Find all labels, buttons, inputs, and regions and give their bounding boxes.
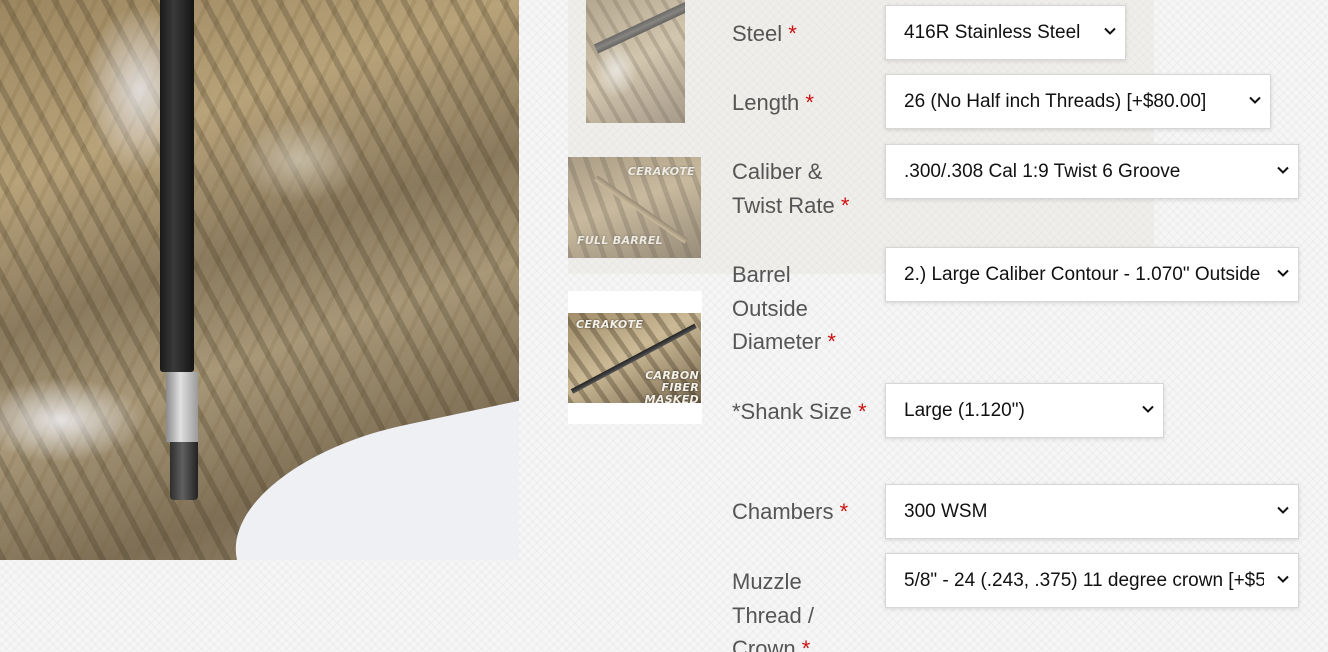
- steel-label: Steel *: [732, 17, 872, 51]
- caliber-select[interactable]: .300/.308 Cal 1:9 Twist 6 Groove: [885, 144, 1299, 199]
- steel-label-text: Steel: [732, 21, 783, 46]
- caliber-label-text: Caliber & Twist Rate: [732, 159, 835, 218]
- muzzle-thread-label: Muzzle Thread / Crown *: [732, 565, 842, 652]
- product-main-image[interactable]: [0, 0, 519, 560]
- barrel-carbon: [160, 0, 194, 372]
- chevron-down-icon: [1142, 405, 1154, 413]
- thumbnail-caption-top: CERAKOTE: [627, 165, 695, 178]
- required-marker: *: [788, 21, 797, 46]
- length-select[interactable]: 26 (No Half inch Threads) [+$80.00]: [885, 74, 1271, 129]
- length-select-value: 26 (No Half inch Threads) [+$80.00]: [904, 90, 1207, 112]
- thumbnail-1[interactable]: [586, 0, 685, 123]
- chevron-down-icon: [1104, 27, 1116, 35]
- steel-select-value: 416R Stainless Steel: [904, 21, 1081, 43]
- thumbnail-2[interactable]: CERAKOTE FULL BARREL: [568, 157, 701, 258]
- shank-size-label-text: *Shank Size: [732, 399, 852, 424]
- length-label: Length *: [732, 86, 872, 120]
- chevron-down-icon: [1277, 506, 1289, 514]
- barrel-steel-section: [166, 372, 198, 442]
- chevron-down-icon: [1277, 269, 1289, 277]
- shank-size-select-value: Large (1.120"): [904, 399, 1025, 421]
- chevron-down-icon: [1277, 575, 1289, 583]
- snow-area: [216, 398, 519, 560]
- required-marker: *: [857, 399, 867, 424]
- chambers-select[interactable]: 300 WSM: [885, 484, 1299, 539]
- required-marker: *: [805, 90, 814, 115]
- thumbnail-caption-bottom: CARBON FIBER MASKED: [644, 369, 699, 403]
- barrel-diameter-label-text: Barrel Outside Diameter: [732, 262, 822, 354]
- shank-size-select[interactable]: Large (1.120"): [885, 383, 1164, 438]
- chevron-down-icon: [1249, 96, 1261, 104]
- barrel-diameter-select[interactable]: 2.) Large Caliber Contour - 1.070" Outsi…: [885, 247, 1299, 302]
- required-marker: *: [839, 499, 849, 524]
- chambers-label-text: Chambers: [732, 499, 834, 524]
- steel-select[interactable]: 416R Stainless Steel: [885, 5, 1126, 60]
- barrel-diameter-select-value: 2.) Large Caliber Contour - 1.070" Outsi…: [904, 263, 1261, 285]
- thumbnail-caption-top: CERAKOTE: [576, 318, 644, 331]
- barrel-diameter-label: Barrel Outside Diameter *: [732, 258, 857, 359]
- thumbnail-caption-bottom: FULL BARREL: [577, 234, 663, 247]
- required-marker: *: [801, 636, 811, 652]
- required-marker: *: [827, 329, 836, 354]
- required-marker: *: [840, 192, 850, 218]
- thumbnail-barrel: [593, 0, 685, 54]
- muzzle-thread-select-value: 5/8" - 24 (.243, .375) 11 degree crown […: [904, 569, 1264, 591]
- barrel-muzzle: [170, 442, 198, 500]
- thumbnail-3[interactable]: CERAKOTE CARBON FIBER MASKED: [568, 313, 701, 403]
- chambers-label: Chambers *: [732, 495, 872, 529]
- chevron-down-icon: [1277, 166, 1289, 174]
- chambers-select-value: 300 WSM: [904, 500, 988, 522]
- shank-size-label: *Shank Size *: [732, 395, 867, 429]
- caliber-label: Caliber & Twist Rate *: [732, 155, 862, 222]
- caliber-select-value: .300/.308 Cal 1:9 Twist 6 Groove: [904, 160, 1181, 182]
- length-label-text: Length: [732, 90, 800, 115]
- muzzle-thread-select[interactable]: 5/8" - 24 (.243, .375) 11 degree crown […: [885, 553, 1299, 608]
